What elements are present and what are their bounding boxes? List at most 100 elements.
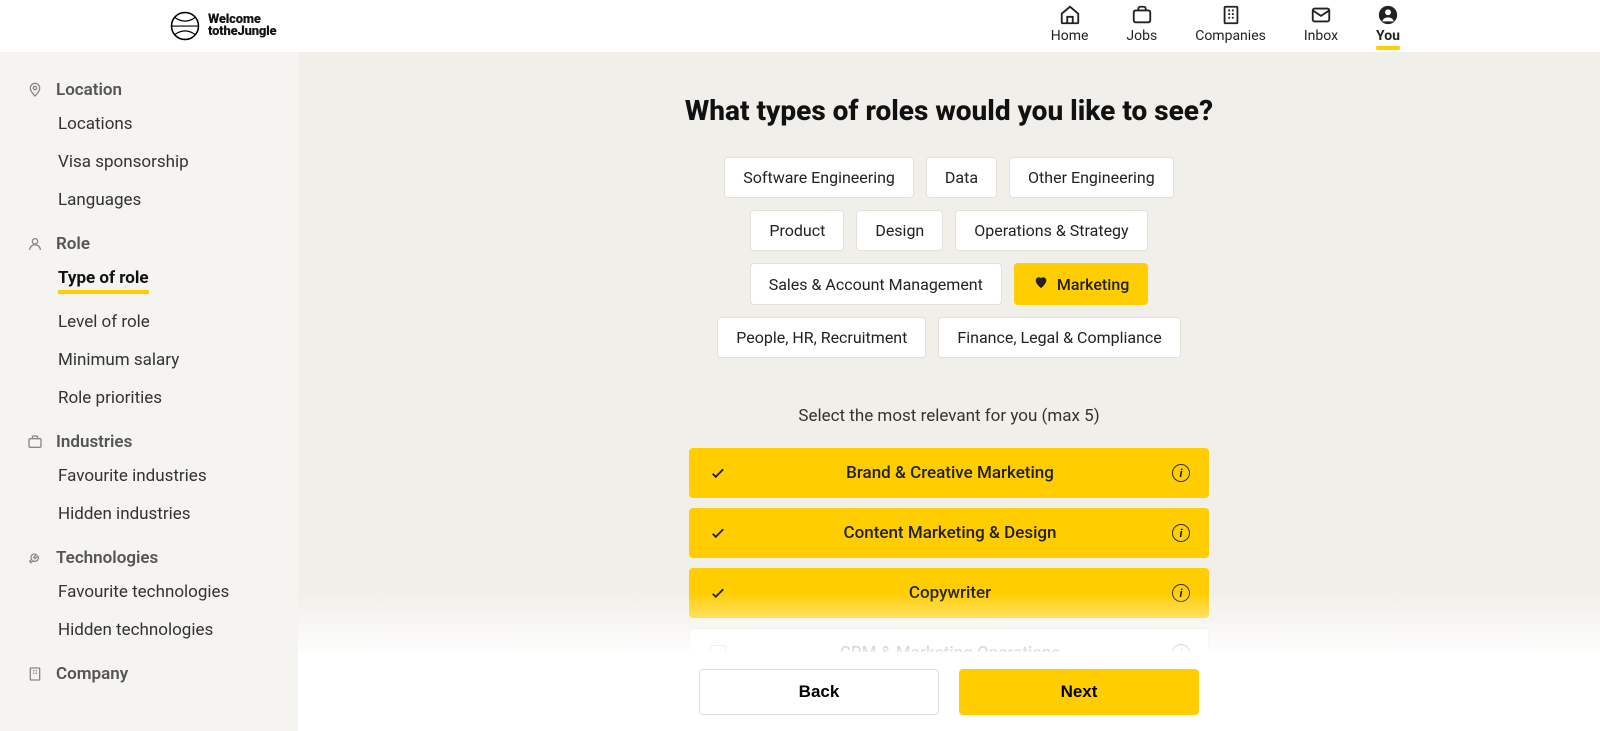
section-head: Industries [26,432,274,452]
option-content-marketing-design[interactable]: Content Marketing & Designi [689,508,1209,558]
location-icon [26,81,44,99]
section-head: Technologies [26,548,274,568]
sub-instruction: Select the most relevant for you (max 5) [338,406,1560,426]
company-icon [26,665,44,683]
section-items: Type of role Level of role Minimum salary R… [26,268,274,408]
section-role: Role Type of role Level of role Minimum sal… [26,234,274,408]
section-head: Company [26,664,274,684]
info-icon[interactable]: i [1172,464,1190,482]
chip-design[interactable]: Design [856,210,943,251]
role-icon [26,235,44,253]
chip-label: Sales & Account Management [769,275,983,294]
header: Welcome totheJungle Home Jobs Companies Inb… [0,0,1600,52]
sidebar: Location Locations Visa sponsorship Languag… [0,52,298,731]
chip-software-engineering[interactable]: Software Engineering [724,157,914,198]
sidebar-item-languages[interactable]: Languages [58,190,141,210]
logo-text: Welcome totheJungle [208,14,276,39]
you-icon [1377,4,1399,26]
sidebar-item-type-of-role[interactable]: Type of role [58,268,149,294]
sidebar-item-favourite-technologies[interactable]: Favourite technologies [58,582,229,602]
section-items: Favourite industries Hidden industries [26,466,274,524]
option-copywriter[interactable]: Copywriteri [689,568,1209,618]
sidebar-item-hidden-industries[interactable]: Hidden industries [58,504,191,524]
section-title: Company [56,664,128,684]
option-brand-creative-marketing[interactable]: Brand & Creative Marketingi [689,448,1209,498]
chip-people-hr-recruitment[interactable]: People, HR, Recruitment [717,317,926,358]
nav-label: You [1376,28,1400,44]
chip-sales-account-management[interactable]: Sales & Account Management [750,263,1002,305]
check-icon [708,584,728,602]
chip-label: Product [769,221,825,240]
page-heading: What types of roles would you like to se… [338,94,1560,127]
sidebar-item-visa-sponsorship[interactable]: Visa sponsorship [58,152,189,172]
section-title: Technologies [56,548,158,568]
main: What types of roles would you like to se… [298,52,1600,731]
option-label: Copywriter [728,583,1172,603]
chip-label: Design [875,221,924,240]
option-label: Brand & Creative Marketing [728,463,1172,483]
sidebar-item-locations[interactable]: Locations [58,114,133,134]
chip-label: Other Engineering [1028,168,1155,187]
back-button[interactable]: Back [699,669,939,715]
role-options: Brand & Creative MarketingiContent Marke… [689,448,1209,678]
sidebar-item-minimum-salary[interactable]: Minimum salary [58,350,179,370]
heart-icon [1033,274,1049,294]
info-icon[interactable]: i [1172,524,1190,542]
chip-label: Finance, Legal & Compliance [957,328,1161,347]
nav-jobs[interactable]: Jobs [1126,4,1157,48]
chip-product[interactable]: Product [750,210,844,251]
section-title: Industries [56,432,132,452]
chip-label: Marketing [1057,275,1129,294]
nav-label: Inbox [1304,28,1338,44]
nav-inbox[interactable]: Inbox [1304,4,1338,48]
home-icon [1059,4,1081,26]
section-items: Favourite technologies Hidden technologie… [26,582,274,640]
check-icon [708,464,728,482]
chip-data[interactable]: Data [926,157,997,198]
check-icon [708,524,728,542]
footer: Back Next [298,652,1600,731]
nav-home[interactable]: Home [1051,4,1089,48]
chip-label: Operations & Strategy [974,221,1128,240]
role-chip-group: Software Engineering Data Other Engineerin… [689,157,1209,358]
logo-icon [170,11,200,41]
section-head: Role [26,234,274,254]
brand-logo[interactable]: Welcome totheJungle [170,11,276,41]
industries-icon [26,433,44,451]
companies-icon [1220,4,1242,26]
option-label: Content Marketing & Design [728,523,1172,543]
chip-finance-legal-compliance[interactable]: Finance, Legal & Compliance [938,317,1180,358]
chip-label: Software Engineering [743,168,895,187]
content: What types of roles would you like to se… [298,52,1600,731]
technologies-icon [26,549,44,567]
sidebar-item-role-priorities[interactable]: Role priorities [58,388,162,408]
nav-you[interactable]: You [1376,4,1400,48]
shell: Location Locations Visa sponsorship Languag… [0,52,1600,731]
section-company: Company [26,664,274,698]
info-icon[interactable]: i [1172,584,1190,602]
nav-companies[interactable]: Companies [1195,4,1266,48]
jobs-icon [1131,4,1153,26]
inbox-icon [1310,4,1332,26]
chip-operations-strategy[interactable]: Operations & Strategy [955,210,1147,251]
nav-label: Home [1051,28,1089,44]
sidebar-item-level-of-role[interactable]: Level of role [58,312,150,332]
section-industries: Industries Favourite industries Hidden ind… [26,432,274,524]
logo-line2: totheJungle [208,26,276,38]
chip-label: Data [945,168,978,187]
section-items: Locations Visa sponsorship Languages [26,114,274,210]
nav-label: Companies [1195,28,1266,44]
sidebar-item-favourite-industries[interactable]: Favourite industries [58,466,207,486]
chip-other-engineering[interactable]: Other Engineering [1009,157,1174,198]
sidebar-item-hidden-technologies[interactable]: Hidden technologies [58,620,213,640]
section-technologies: Technologies Favourite technologies Hidden… [26,548,274,640]
section-location: Location Locations Visa sponsorship Languag… [26,80,274,210]
next-button[interactable]: Next [959,669,1199,715]
chip-marketing[interactable]: Marketing [1014,263,1148,305]
section-head: Location [26,80,274,100]
nav-label: Jobs [1126,28,1157,44]
top-nav: Home Jobs Companies Inbox You [1051,4,1400,48]
section-title: Location [56,80,122,100]
section-title: Role [56,234,90,254]
chip-label: People, HR, Recruitment [736,328,907,347]
